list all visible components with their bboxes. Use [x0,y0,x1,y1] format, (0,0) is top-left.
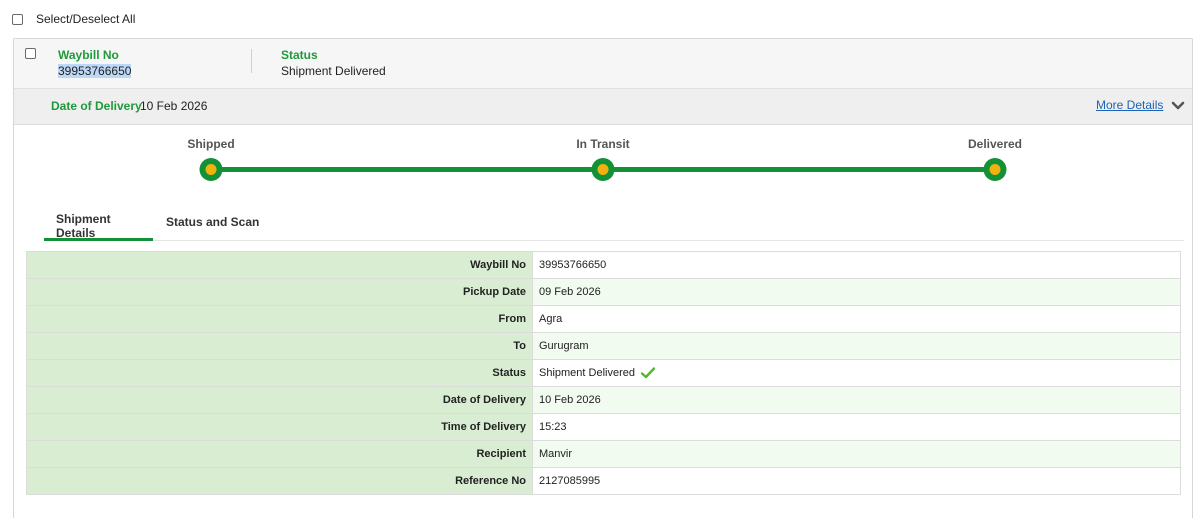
check-icon [641,367,656,379]
detail-key: Pickup Date [26,278,533,306]
stage-node-in-transit [591,158,615,181]
delivery-bar: Date of Delivery 10 Feb 2026 More Detail… [14,89,1192,125]
stage-label-in-transit: In Transit [576,137,630,151]
select-all-checkbox[interactable] [12,13,23,25]
detail-value: 10 Feb 2026 [532,386,1181,414]
detail-key: Status [26,359,533,387]
detail-key: Time of Delivery [26,413,533,441]
column-divider [251,49,252,73]
waybill-title: Waybill No [58,48,119,62]
detail-value: 09 Feb 2026 [532,278,1181,306]
table-row: To Gurugram [26,332,1181,360]
shipment-details-table: Waybill No 39953766650 Pickup Date 09 Fe… [26,251,1181,495]
detail-value: 39953766650 [532,251,1181,279]
table-row: Time of Delivery 15:23 [26,413,1181,441]
waybill-column: Waybill No 39953766650 [58,48,132,78]
chevron-down-icon[interactable] [1171,101,1185,111]
shipment-progress-tracker: Shipped In Transit Delivered [14,125,1192,195]
status-value: Shipment Delivered [281,64,386,78]
detail-key: From [26,305,533,333]
detail-key: To [26,332,533,360]
date-of-delivery-value: 10 Feb 2026 [140,99,208,113]
detail-value: Shipment Delivered [539,366,635,379]
shipment-card: Waybill No 39953766650 Status Shipment D… [13,38,1193,518]
detail-value: Agra [532,305,1181,333]
waybill-number[interactable]: 39953766650 [58,64,132,78]
table-row: Status Shipment Delivered [26,359,1181,387]
detail-value: 2127085995 [532,467,1181,495]
stage-node-shipped [199,158,223,181]
table-row: Waybill No 39953766650 [26,251,1181,279]
detail-value: 15:23 [532,413,1181,441]
shipment-summary-row: Waybill No 39953766650 Status Shipment D… [14,39,1192,89]
detail-value: Gurugram [532,332,1181,360]
stage-label-delivered: Delivered [967,137,1023,151]
detail-key: Reference No [26,467,533,495]
table-row: From Agra [26,305,1181,333]
detail-tabs: Shipment Details Status and Scan [44,204,1184,241]
detail-value-cell: Shipment Delivered [532,359,1181,387]
select-all-label: Select/Deselect All [36,12,136,26]
stage-label-shipped: Shipped [187,137,235,151]
status-column: Status Shipment Delivered [281,49,386,78]
more-details-link[interactable]: More Details [1096,98,1163,112]
date-of-delivery-label: Date of Delivery [51,99,142,113]
select-all-row: Select/Deselect All [12,12,135,26]
detail-key: Waybill No [26,251,533,279]
table-row: Reference No 2127085995 [26,467,1181,495]
stage-node-delivered [983,158,1007,181]
detail-value: Manvir [532,440,1181,468]
status-title: Status [281,48,318,62]
tab-shipment-details[interactable]: Shipment Details [44,204,153,241]
table-row: Recipient Manvir [26,440,1181,468]
shipment-checkbox[interactable] [25,48,36,59]
detail-key: Recipient [26,440,533,468]
tab-status-and-scan[interactable]: Status and Scan [154,207,271,244]
detail-key: Date of Delivery [26,386,533,414]
table-row: Pickup Date 09 Feb 2026 [26,278,1181,306]
table-row: Date of Delivery 10 Feb 2026 [26,386,1181,414]
